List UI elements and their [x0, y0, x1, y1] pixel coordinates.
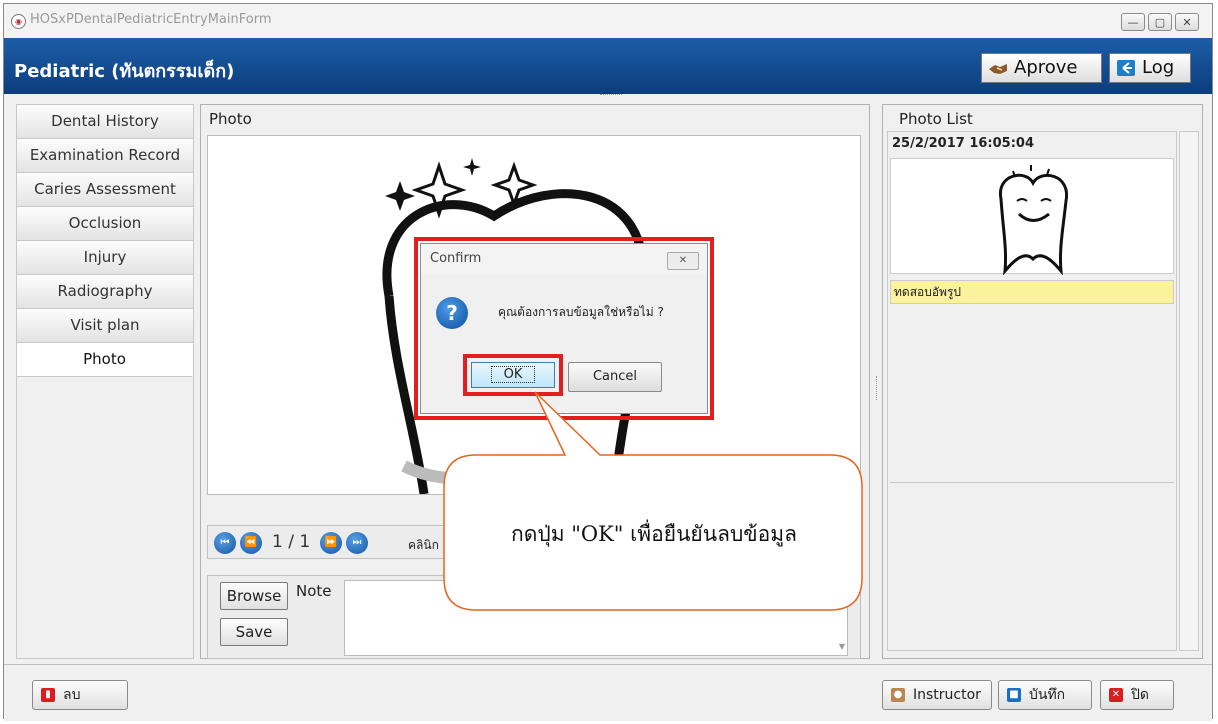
photo-list-panel: Photo List 25/2/2017 16:05:04 ทดสอบอัพรู… [882, 104, 1203, 659]
footer-toolbar: ▮ ลบ ● Instructor ■ บันทึก ✕ ปิด [4, 664, 1212, 721]
app-icon: ◉ [11, 14, 26, 29]
cancel-button[interactable]: Cancel [568, 362, 662, 392]
tab-occlusion[interactable]: Occlusion [17, 207, 193, 241]
dialog-titlebar: Confirm ✕ [421, 244, 707, 274]
tab-photo[interactable]: Photo [17, 343, 193, 377]
close-icon: ✕ [1109, 688, 1123, 702]
scroll-down-icon[interactable]: ▼ [839, 642, 845, 651]
delete-icon: ▮ [41, 688, 55, 702]
next-record-icon[interactable]: ⏩ [320, 532, 342, 554]
panel-splitter[interactable] [876, 376, 877, 400]
photo-list-scrollbar[interactable] [1179, 131, 1199, 651]
smiling-tooth-thumbnail [999, 165, 1068, 276]
photo-list-title: Photo List [899, 110, 973, 128]
delete-button[interactable]: ▮ ลบ [32, 680, 128, 710]
note-label: Note [296, 582, 332, 600]
close-window-button[interactable]: ✕ [1175, 13, 1199, 31]
close-label: ปิด [1131, 687, 1149, 703]
page-header: Pediatric (ทันตกรรมเด็ก) Aprove Log [4, 38, 1212, 94]
instructor-button[interactable]: ● Instructor [882, 680, 992, 710]
ok-button[interactable]: OK [471, 362, 555, 388]
tab-dental-history[interactable]: Dental History [17, 105, 193, 139]
dialog-close-icon[interactable]: ✕ [667, 252, 699, 270]
minimize-button[interactable]: — [1121, 13, 1145, 31]
save-button[interactable]: ■ บันทึก [998, 680, 1092, 710]
callout-text: กดปุ่ม "OK" เพื่อยืนยันลบข้อมูล [511, 522, 797, 546]
photo-list: 25/2/2017 16:05:04 ทดสอบอัพรูป [887, 131, 1177, 651]
question-icon: ? [436, 297, 468, 329]
window-title: HOSxPDentalPediatricEntryMainForm [30, 12, 272, 27]
tab-examination-record[interactable]: Examination Record [17, 139, 193, 173]
log-icon [1117, 60, 1135, 76]
ok-label: OK [490, 366, 536, 383]
last-record-icon[interactable]: ⏭ [346, 532, 368, 554]
section-tabs: Dental History Examination Record Caries… [16, 104, 194, 659]
tab-radiography[interactable]: Radiography [17, 275, 193, 309]
handshake-icon [989, 64, 1007, 74]
approve-label: Aprove [1014, 57, 1078, 78]
tab-injury[interactable]: Injury [17, 241, 193, 275]
photo-panel-title: Photo [209, 110, 252, 128]
tab-visit-plan[interactable]: Visit plan [17, 309, 193, 343]
splitter-grip[interactable] [600, 94, 622, 98]
instructor-label: Instructor [913, 687, 981, 703]
window-titlebar: ◉ HOSxPDentalPediatricEntryMainForm — ▢ … [4, 4, 1212, 39]
confirm-dialog-highlight: Confirm ✕ ? คุณต้องการลบข้อมูลใช่หรือไม่… [414, 237, 714, 420]
clinic-label: คลินิก [408, 538, 439, 552]
log-button[interactable]: Log [1109, 53, 1191, 83]
photo-datetime: 25/2/2017 16:05:04 [892, 136, 1035, 151]
photo-note[interactable]: ทดสอบอัพรูป [890, 280, 1174, 304]
close-button[interactable]: ✕ ปิด [1100, 680, 1174, 710]
save-photo-button[interactable]: Save [220, 618, 288, 646]
floppy-disk-icon: ■ [1007, 688, 1021, 702]
save-label: บันทึก [1029, 687, 1066, 703]
page-indicator: 1 / 1 [272, 532, 311, 552]
prev-record-icon[interactable]: ⏪ [240, 532, 262, 554]
page-title: Pediatric (ทันตกรรมเด็ก) [14, 61, 235, 82]
log-label: Log [1142, 57, 1175, 78]
confirm-dialog: Confirm ✕ ? คุณต้องการลบข้อมูลใช่หรือไม่… [420, 243, 708, 414]
dialog-message: คุณต้องการลบข้อมูลใช่หรือไม่ ? [498, 305, 664, 319]
delete-label: ลบ [63, 687, 81, 703]
first-record-icon[interactable]: ⏮ [214, 532, 236, 554]
tab-caries-assessment[interactable]: Caries Assessment [17, 173, 193, 207]
ok-button-highlight: OK [463, 354, 563, 396]
list-divider [890, 482, 1174, 483]
photo-thumbnail[interactable] [890, 158, 1174, 276]
person-icon: ● [891, 688, 905, 702]
browse-button[interactable]: Browse [220, 582, 288, 610]
maximize-button[interactable]: ▢ [1148, 13, 1172, 31]
dialog-title: Confirm [430, 251, 482, 266]
note-field[interactable]: ▼ [344, 580, 848, 656]
note-section: Browse Save Note ▼ [207, 575, 861, 659]
approve-button[interactable]: Aprove [981, 53, 1102, 83]
